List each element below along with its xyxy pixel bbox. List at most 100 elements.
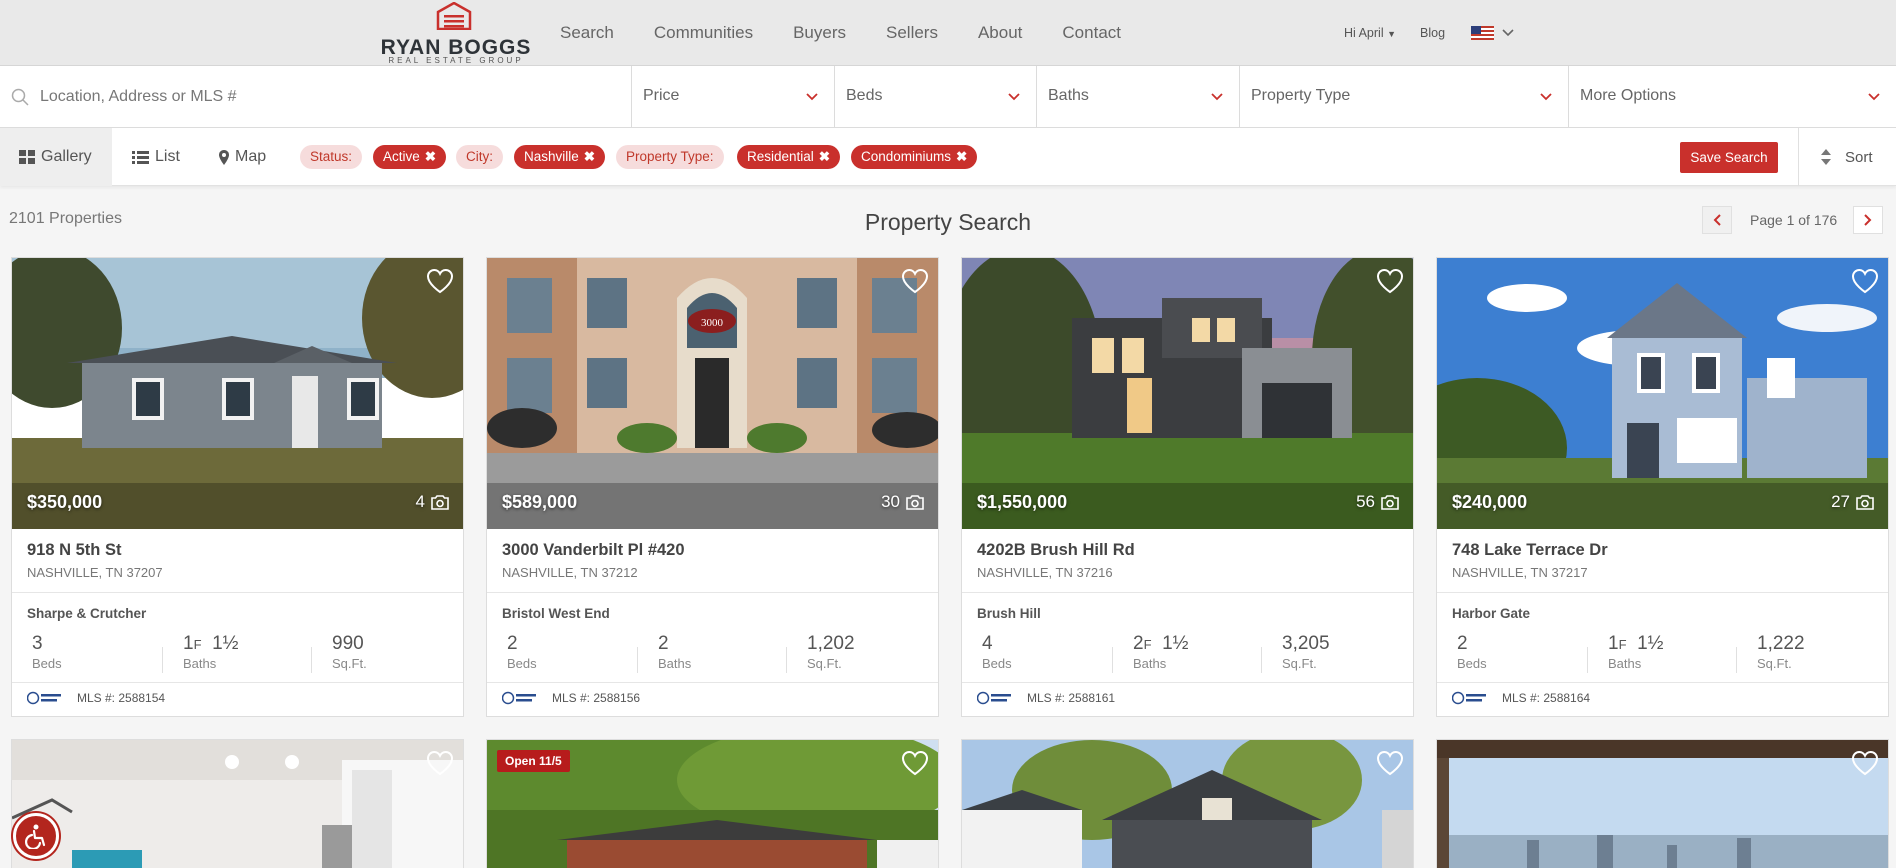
listing-card[interactable] (11, 739, 464, 868)
tab-gallery[interactable]: Gallery (0, 128, 112, 186)
remove-chip-icon[interactable]: ✖ (956, 149, 967, 164)
listing-price: $240,000 (1452, 492, 1528, 512)
main-nav: Search Communities Buyers Sellers About … (560, 0, 1161, 66)
listing-card[interactable]: Open 11/5 (486, 739, 939, 868)
camera-icon (1856, 494, 1874, 510)
idx-logo-icon (27, 691, 61, 705)
divider (311, 647, 312, 673)
more-options-dropdown[interactable]: More Options (1569, 66, 1896, 128)
nav-contact[interactable]: Contact (1062, 23, 1121, 43)
location-search-input[interactable] (40, 82, 600, 112)
listing-card[interactable]: $350,000 4 918 N 5th St NASHVILLE, TN 37… (11, 257, 464, 717)
mls-info: MLS #: 2588164 (1452, 691, 1590, 705)
baths-half-label: ½ (1172, 633, 1189, 654)
next-page-button[interactable] (1853, 206, 1884, 234)
remove-chip-icon[interactable]: ✖ (819, 149, 830, 164)
listing-photo[interactable]: $240,000 27 (1437, 258, 1888, 529)
listing-photo[interactable]: $350,000 4 (12, 258, 463, 529)
baths-half-label: ½ (1647, 633, 1664, 654)
listing-price: $1,550,000 (977, 492, 1068, 512)
user-menu[interactable]: Hi April ▼ (1344, 26, 1396, 40)
listing-photo[interactable]: $1,550,000 56 (962, 258, 1413, 529)
listing-card[interactable]: $240,000 27 748 Lake Terrace Dr NASHVILL… (1436, 257, 1889, 717)
beds-stat: 2 Beds (507, 633, 657, 671)
baths-half-count: 1 (212, 633, 223, 654)
tab-list[interactable]: List (132, 128, 180, 186)
favorite-heart-icon[interactable] (426, 750, 454, 776)
nav-communities[interactable]: Communities (654, 23, 753, 43)
photo-count: 4 (416, 492, 449, 512)
baths-half-count: 1 (1162, 633, 1173, 654)
listing-photo[interactable] (12, 740, 463, 868)
chevron-left-icon (1713, 214, 1721, 226)
beds-unit: Beds (1457, 656, 1487, 671)
listing-city: NASHVILLE, TN 37216 (977, 565, 1113, 580)
city-chip-nashville[interactable]: Nashville ✖ (514, 145, 606, 169)
property-type-dropdown[interactable]: Property Type (1240, 66, 1569, 128)
listing-card[interactable] (1436, 739, 1889, 868)
blog-link[interactable]: Blog (1420, 26, 1445, 40)
listing-address[interactable]: 748 Lake Terrace Dr (1452, 541, 1608, 560)
beds-stat: 4 Beds (982, 633, 1132, 671)
sort-label: Sort (1845, 148, 1873, 166)
listing-address[interactable]: 4202B Brush Hill Rd (977, 541, 1135, 560)
type-chip-condominiums[interactable]: Condominiums ✖ (851, 145, 978, 169)
baths-dropdown[interactable]: Baths (1037, 66, 1240, 128)
listing-card[interactable]: $1,550,000 56 4202B Brush Hill Rd NASHVI… (961, 257, 1414, 717)
price-dropdown[interactable]: Price (632, 66, 835, 128)
idx-logo-icon (977, 691, 1011, 705)
nav-search[interactable]: Search (560, 23, 614, 43)
favorite-heart-icon[interactable] (1376, 750, 1404, 776)
chevron-down-icon[interactable] (1502, 29, 1514, 37)
pagination: Page 1 of 176 (1702, 206, 1884, 234)
listing-address[interactable]: 918 N 5th St (27, 541, 121, 560)
accessibility-button[interactable] (13, 813, 59, 859)
status-chip-active[interactable]: Active ✖ (373, 145, 447, 169)
favorite-heart-icon[interactable] (1851, 750, 1879, 776)
listing-photo[interactable]: 3000 $589,000 30 (487, 258, 938, 529)
listing-card[interactable] (961, 739, 1414, 868)
beds-value: 4 (982, 633, 993, 654)
brand-logo[interactable]: RYAN BOGGS REAL ESTATE GROUP (380, 2, 532, 66)
idx-logo-icon (1452, 691, 1486, 705)
favorite-heart-icon[interactable] (901, 268, 929, 294)
favorite-heart-icon[interactable] (426, 268, 454, 294)
chip-text: Nashville (524, 149, 579, 164)
brand-subtitle: REAL ESTATE GROUP (388, 56, 524, 65)
remove-chip-icon[interactable]: ✖ (584, 149, 595, 164)
nav-buyers[interactable]: Buyers (793, 23, 846, 43)
sqft-value: 990 (332, 633, 364, 654)
favorite-heart-icon[interactable] (1851, 268, 1879, 294)
baths-full-label: F (1618, 637, 1627, 652)
divider (12, 682, 463, 683)
baths-full-count: 2 (1133, 633, 1144, 654)
tab-map[interactable]: Map (219, 128, 266, 186)
favorite-heart-icon[interactable] (901, 750, 929, 776)
us-flag-icon[interactable] (1471, 26, 1495, 40)
sort-button[interactable]: Sort (1798, 128, 1896, 186)
camera-icon (906, 494, 924, 510)
nav-sellers[interactable]: Sellers (886, 23, 938, 43)
sqft-stat: 3,205 Sq.Ft. (1282, 633, 1432, 671)
listing-price: $589,000 (502, 492, 578, 512)
prev-page-button[interactable] (1702, 206, 1732, 234)
save-search-button[interactable]: Save Search (1680, 142, 1778, 173)
wheelchair-icon (25, 824, 46, 849)
remove-chip-icon[interactable]: ✖ (425, 149, 436, 164)
grid-icon (19, 150, 35, 164)
type-chip-residential[interactable]: Residential ✖ (737, 145, 841, 169)
nav-about[interactable]: About (978, 23, 1022, 43)
listing-address[interactable]: 3000 Vanderbilt Pl #420 (502, 541, 685, 560)
chevron-right-icon (1864, 214, 1872, 226)
mls-info: MLS #: 2588156 (502, 691, 640, 705)
photo-count-value: 4 (415, 492, 425, 511)
top-navigation: RYAN BOGGS REAL ESTATE GROUP Search Comm… (0, 0, 1896, 66)
listing-card[interactable]: 3000 $589,000 30 3000 Vanderbilt Pl #420… (486, 257, 939, 717)
chip-text: Active (383, 149, 420, 164)
sqft-unit: Sq.Ft. (332, 656, 367, 671)
listing-photo[interactable] (1437, 740, 1888, 868)
listing-photo[interactable] (962, 740, 1413, 868)
divider (1736, 647, 1737, 673)
favorite-heart-icon[interactable] (1376, 268, 1404, 294)
beds-dropdown[interactable]: Beds (835, 66, 1037, 128)
